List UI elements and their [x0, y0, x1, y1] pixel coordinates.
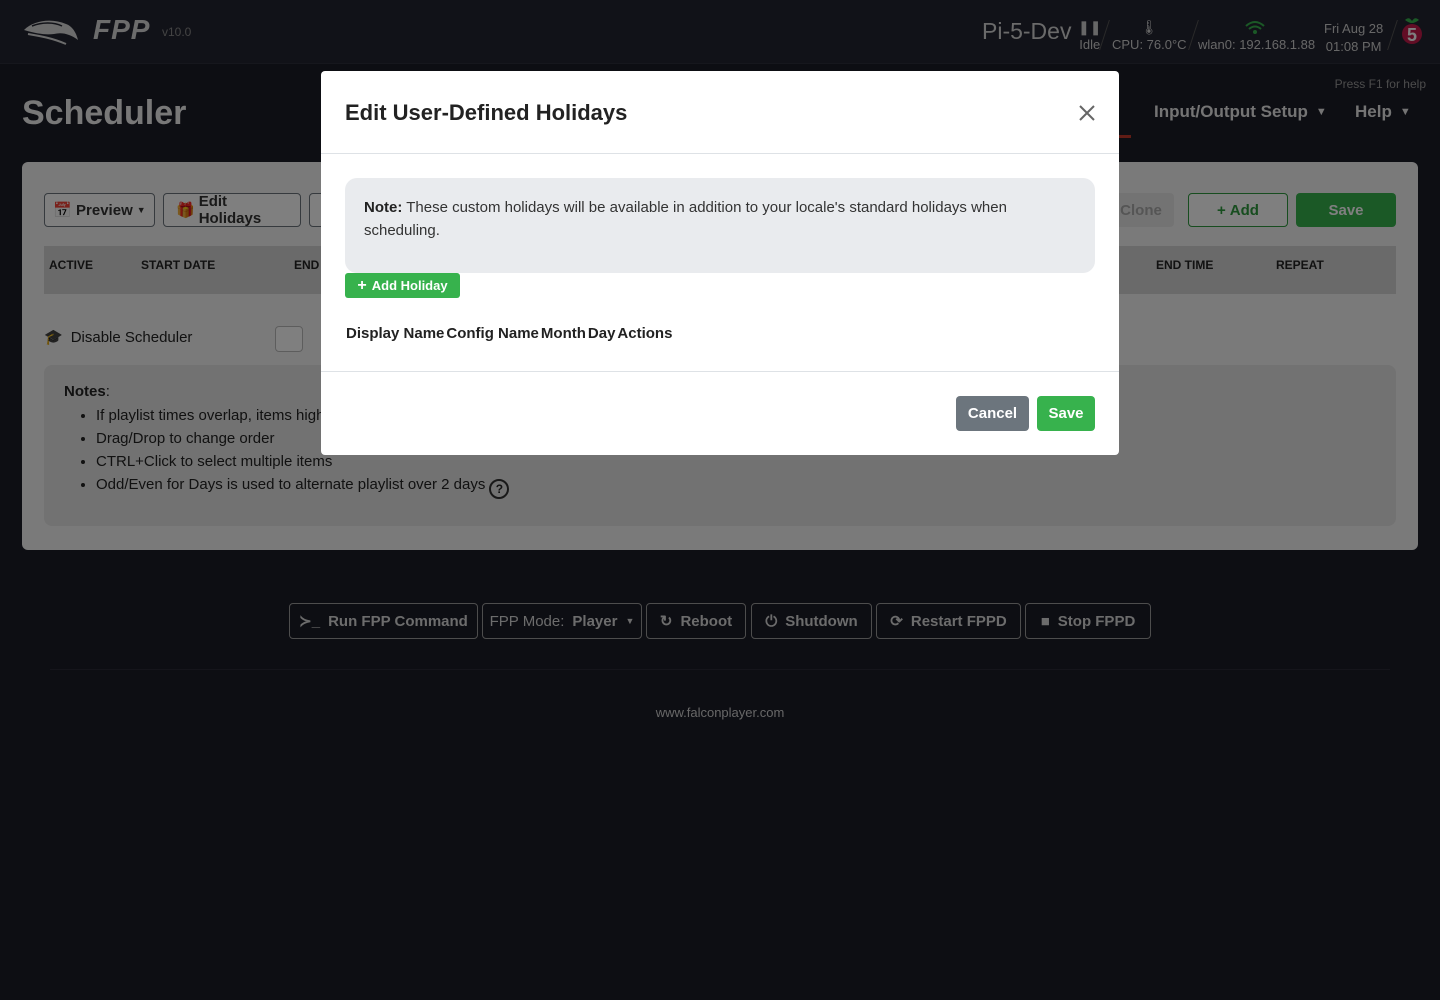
note-label: Note:: [364, 199, 403, 216]
edit-holidays-modal: Edit User-Defined Holidays Note: These c…: [321, 71, 1119, 455]
column-header: Day: [587, 325, 616, 342]
holiday-table-header: Display Name Config Name Month Day Actio…: [346, 325, 672, 342]
column-header: Config Name: [446, 325, 539, 342]
note-box: Note: These custom holidays will be avai…: [345, 178, 1095, 273]
plus-icon: +: [357, 276, 367, 294]
column-header: Month: [540, 325, 586, 342]
column-header: Display Name: [346, 325, 445, 342]
save-button[interactable]: Save: [1037, 396, 1095, 431]
close-icon[interactable]: [1075, 101, 1099, 125]
cancel-button[interactable]: Cancel: [956, 396, 1029, 431]
column-header: Actions: [617, 325, 673, 342]
add-holiday-label: Add Holiday: [371, 278, 448, 293]
note-text: These custom holidays will be available …: [364, 199, 1007, 239]
add-holiday-button[interactable]: + Add Holiday: [345, 273, 460, 298]
modal-title: Edit User-Defined Holidays: [345, 100, 628, 125]
modal-header: Edit User-Defined Holidays: [321, 71, 1119, 154]
